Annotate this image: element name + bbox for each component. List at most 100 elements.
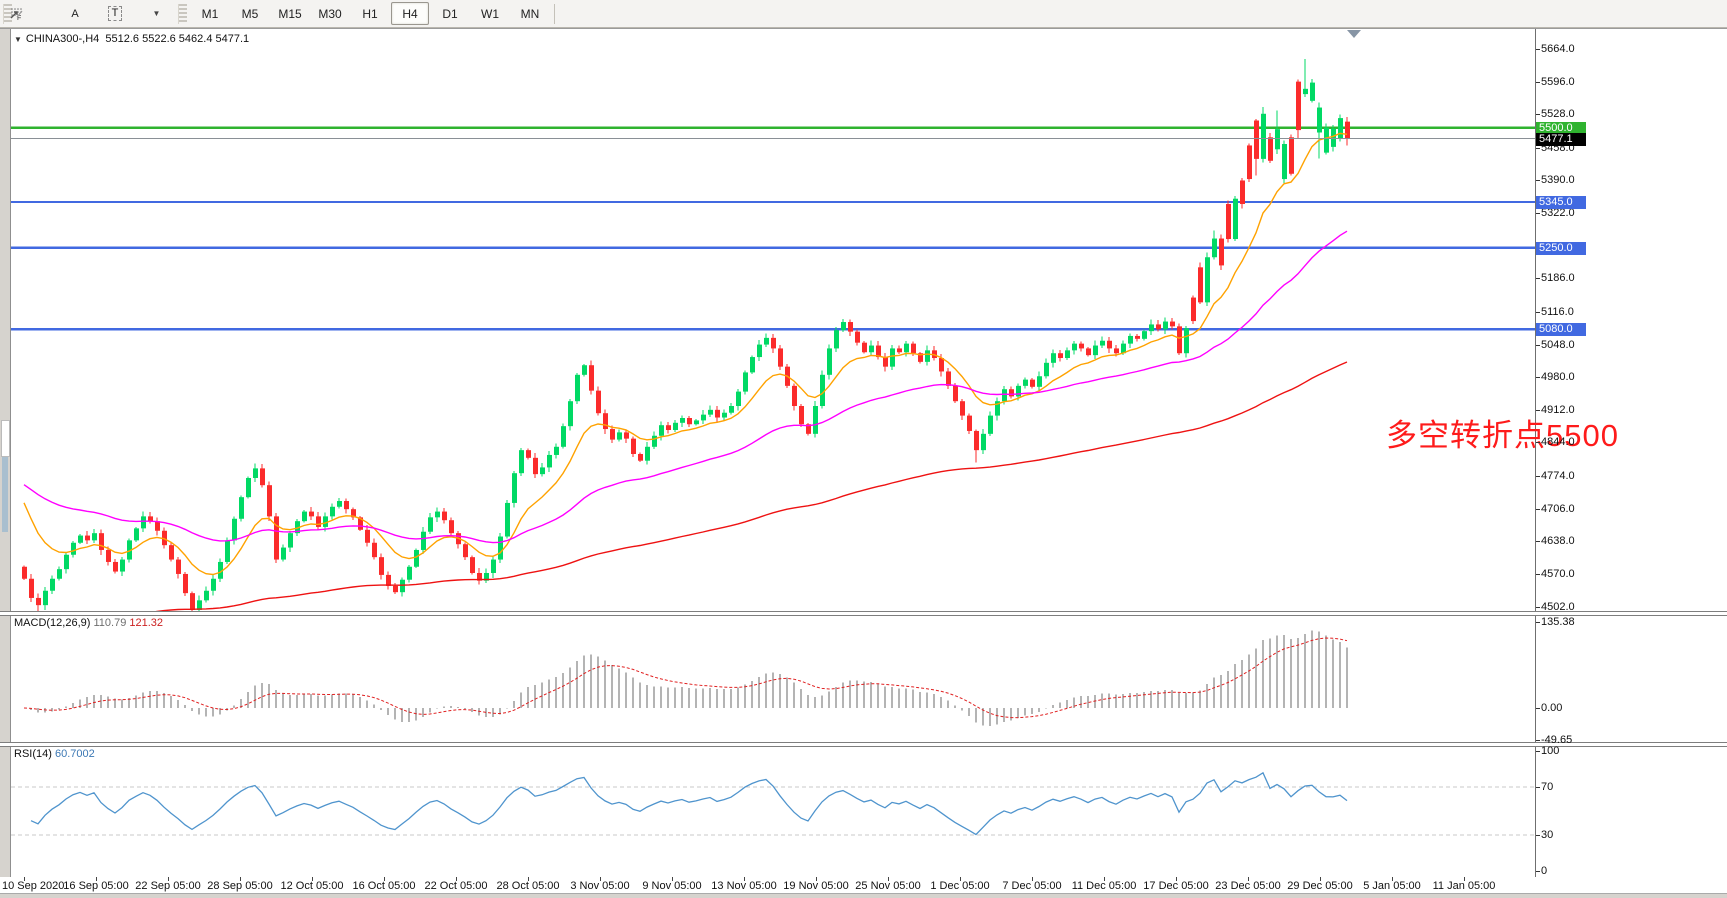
level-badge-5345: 5345.0 [1536,196,1586,209]
candle [309,512,314,517]
candle [1023,380,1028,386]
time-label-3: 28 Sep 05:00 [207,880,272,892]
price-tick-4844: 4844.0 [1541,436,1575,448]
candle [743,372,748,391]
candle [225,540,230,562]
candle [1009,389,1014,396]
timeframe-button-m15[interactable]: M15 [271,2,309,25]
candle [141,516,146,528]
candle [134,528,139,540]
timeframe-button-h1[interactable]: H1 [351,2,389,25]
rsi-tick-30: 30 [1541,829,1553,841]
rsi-tick-100-tick [1536,751,1540,752]
cursor-tool-button[interactable]: A [56,2,94,25]
candle [519,450,524,473]
candle [470,557,475,573]
candle [1072,344,1077,351]
macd-panel[interactable] [10,614,1535,742]
candle [988,416,993,434]
candle [1198,267,1203,302]
time-label-9: 9 Nov 05:00 [642,880,701,892]
timeframe-button-m30[interactable]: M30 [311,2,349,25]
time-label-10: 13 Nov 05:00 [711,880,776,892]
candle [1149,324,1154,331]
candle [1205,257,1210,302]
candle [1086,348,1091,355]
candle [120,560,125,572]
candle [92,533,97,540]
rsi-indicator-label: RSI(14) 60.7002 [14,748,95,760]
macd-tick-0.00-tick [1536,708,1540,709]
candle [99,533,104,550]
candle [1135,336,1140,339]
candle [113,562,118,572]
candle [204,591,209,601]
candle [890,348,895,366]
chart-shift-marker[interactable] [1347,30,1361,38]
time-axis[interactable]: 10 Sep 202016 Sep 05:0022 Sep 05:0028 Se… [0,877,1727,893]
candle [302,512,307,522]
bottom-strip [0,893,1727,898]
candle [183,574,188,593]
timeframe-button-m1[interactable]: M1 [191,2,229,25]
candle [1156,324,1161,329]
candle [967,416,972,431]
candle [757,345,762,357]
letter-a-icon: A [71,8,78,20]
candle [372,543,377,557]
candle [1051,353,1056,363]
mt4-chart-window: F A T ▼ M1M5M15M30H1H4D1W1MN ▼CHINA300-,… [0,0,1727,898]
rsi-panel[interactable] [10,745,1535,877]
candle [526,450,531,458]
plot-right-border [1535,29,1536,893]
candle [1345,122,1350,139]
level-badge-5250: 5250.0 [1536,242,1586,255]
timeframe-button-w1[interactable]: W1 [471,2,509,25]
timeframe-button-m5[interactable]: M5 [231,2,269,25]
candle [834,330,839,348]
candle [505,503,510,537]
main-price-chart[interactable] [10,30,1535,611]
candle [400,580,405,592]
candle [946,371,951,385]
timeframe-button-mn[interactable]: MN [511,2,549,25]
toolbar-grip-2[interactable] [178,4,187,24]
candle [736,392,741,406]
candle [78,536,83,543]
objects-tool-button[interactable]: ▼ [136,2,174,25]
time-label-12: 25 Nov 05:00 [855,880,920,892]
candle [1275,129,1280,149]
candle [1254,120,1259,158]
price-tick-4638-tick [1536,541,1540,542]
candle [1065,350,1070,358]
candle [463,544,468,557]
ema-mid-line [24,231,1347,542]
timeframe-button-d1[interactable]: D1 [431,2,469,25]
candle [624,432,629,438]
candle [232,519,237,541]
candle [792,386,797,406]
macd-main-value: 110.79 [93,617,126,629]
timeframe-button-h4[interactable]: H4 [391,2,429,25]
rsi-tick-30-tick [1536,835,1540,836]
candle [57,569,62,579]
price-tick-5186: 5186.0 [1541,272,1575,284]
candle [414,550,419,567]
price-tick-5116-tick [1536,312,1540,313]
candle [939,358,944,371]
candle [1100,341,1105,346]
candle [589,365,594,390]
price-tick-5596: 5596.0 [1541,76,1575,88]
candle [1002,389,1007,401]
time-label-6: 22 Oct 05:00 [425,880,488,892]
candle [1114,348,1119,353]
candle [1261,114,1266,159]
rsi-tick-70-tick [1536,787,1540,788]
text-tool-button[interactable]: T [96,2,134,25]
time-label-13: 1 Dec 05:00 [930,880,989,892]
current-price-badge: 5477.1 [1536,133,1586,146]
candle [855,332,860,343]
rsi-tick-70: 70 [1541,781,1553,793]
time-label-11: 19 Nov 05:00 [783,880,848,892]
candle [43,591,48,605]
